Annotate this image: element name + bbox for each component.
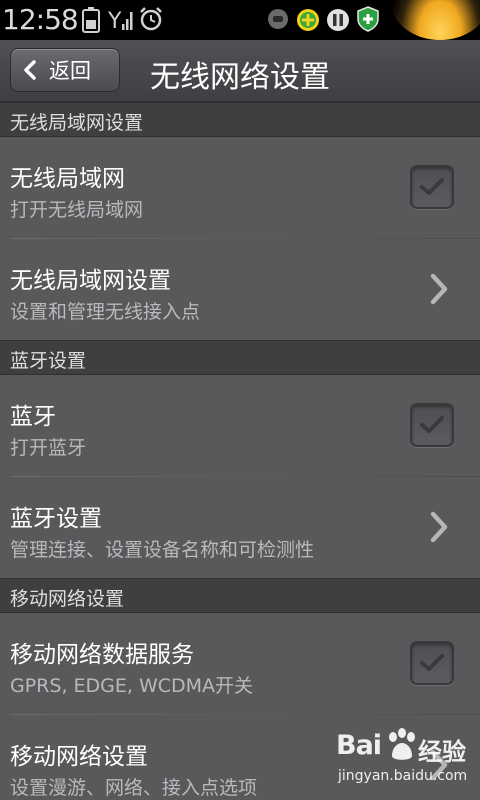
section-header-bluetooth: 蓝牙设置 bbox=[0, 340, 480, 375]
status-bar: 12:58 Y bbox=[0, 0, 480, 40]
item-title: 蓝牙设置 bbox=[10, 506, 102, 532]
alarm-clock-icon bbox=[138, 6, 164, 36]
item-subtitle: 设置和管理无线接入点 bbox=[10, 301, 201, 323]
chevron-left-icon bbox=[24, 60, 36, 80]
title-bar: 返回 无线网络设置 bbox=[0, 40, 480, 102]
android-helper-icon bbox=[296, 8, 320, 36]
page-title: 无线网络设置 bbox=[150, 60, 330, 95]
back-button[interactable]: 返回 bbox=[10, 48, 120, 92]
back-button-label: 返回 bbox=[49, 59, 91, 83]
item-title: 无线局域网设置 bbox=[10, 268, 171, 294]
list-item-bluetooth-toggle[interactable]: 蓝牙 打开蓝牙 bbox=[0, 375, 480, 477]
section-header-wlan: 无线局域网设置 bbox=[0, 102, 480, 137]
list-item-wlan-settings[interactable]: 无线局域网设置 设置和管理无线接入点 bbox=[0, 239, 480, 341]
svg-text:Y: Y bbox=[108, 9, 122, 32]
check-icon bbox=[420, 178, 444, 195]
list-item-bluetooth-settings[interactable]: 蓝牙设置 管理连接、设置设备名称和可检测性 bbox=[0, 477, 480, 579]
check-icon bbox=[420, 416, 444, 433]
item-subtitle: 打开蓝牙 bbox=[10, 437, 87, 459]
mobile-data-checkbox[interactable] bbox=[410, 641, 454, 685]
check-icon bbox=[420, 654, 444, 671]
item-subtitle: GPRS, EDGE, WCDMA开关 bbox=[10, 675, 254, 697]
item-title: 移动网络数据服务 bbox=[10, 642, 194, 668]
security-shield-icon bbox=[357, 6, 379, 36]
item-subtitle: 打开无线局域网 bbox=[10, 199, 144, 221]
watermark-logo-text: Bai bbox=[336, 730, 382, 761]
list-item-mobile-data-toggle[interactable]: 移动网络数据服务 GPRS, EDGE, WCDMA开关 bbox=[0, 613, 480, 715]
usb-debug-icon bbox=[267, 8, 289, 34]
item-title: 无线局域网 bbox=[10, 166, 125, 192]
baidu-watermark: Bai 经验 jingyan.baidu.com bbox=[334, 722, 474, 796]
item-title: 移动网络设置 bbox=[10, 744, 148, 770]
item-subtitle: 管理连接、设置设备名称和可检测性 bbox=[10, 539, 315, 561]
notification-glow bbox=[390, 0, 480, 40]
wlan-checkbox[interactable] bbox=[410, 165, 454, 209]
list-item-wlan-toggle[interactable]: 无线局域网 打开无线局域网 bbox=[0, 137, 480, 239]
section-header-label: 移动网络设置 bbox=[10, 588, 125, 610]
item-subtitle: 设置漫游、网络、接入点选项 bbox=[10, 777, 258, 799]
watermark-jingyan-text: 经验 bbox=[418, 738, 466, 766]
paw-icon bbox=[389, 728, 415, 760]
watermark-url: jingyan.baidu.com bbox=[338, 768, 468, 784]
bluetooth-checkbox[interactable] bbox=[410, 403, 454, 447]
chevron-right-icon bbox=[430, 273, 448, 305]
signal-icon: Y bbox=[107, 6, 134, 36]
chevron-right-icon bbox=[430, 511, 448, 543]
section-header-mobile-network: 移动网络设置 bbox=[0, 578, 480, 613]
pause-icon bbox=[326, 8, 350, 36]
battery-icon bbox=[82, 7, 100, 37]
section-header-label: 蓝牙设置 bbox=[10, 350, 87, 372]
section-header-label: 无线局域网设置 bbox=[10, 112, 144, 134]
status-clock: 12:58 bbox=[2, 3, 79, 36]
item-title: 蓝牙 bbox=[10, 404, 56, 430]
